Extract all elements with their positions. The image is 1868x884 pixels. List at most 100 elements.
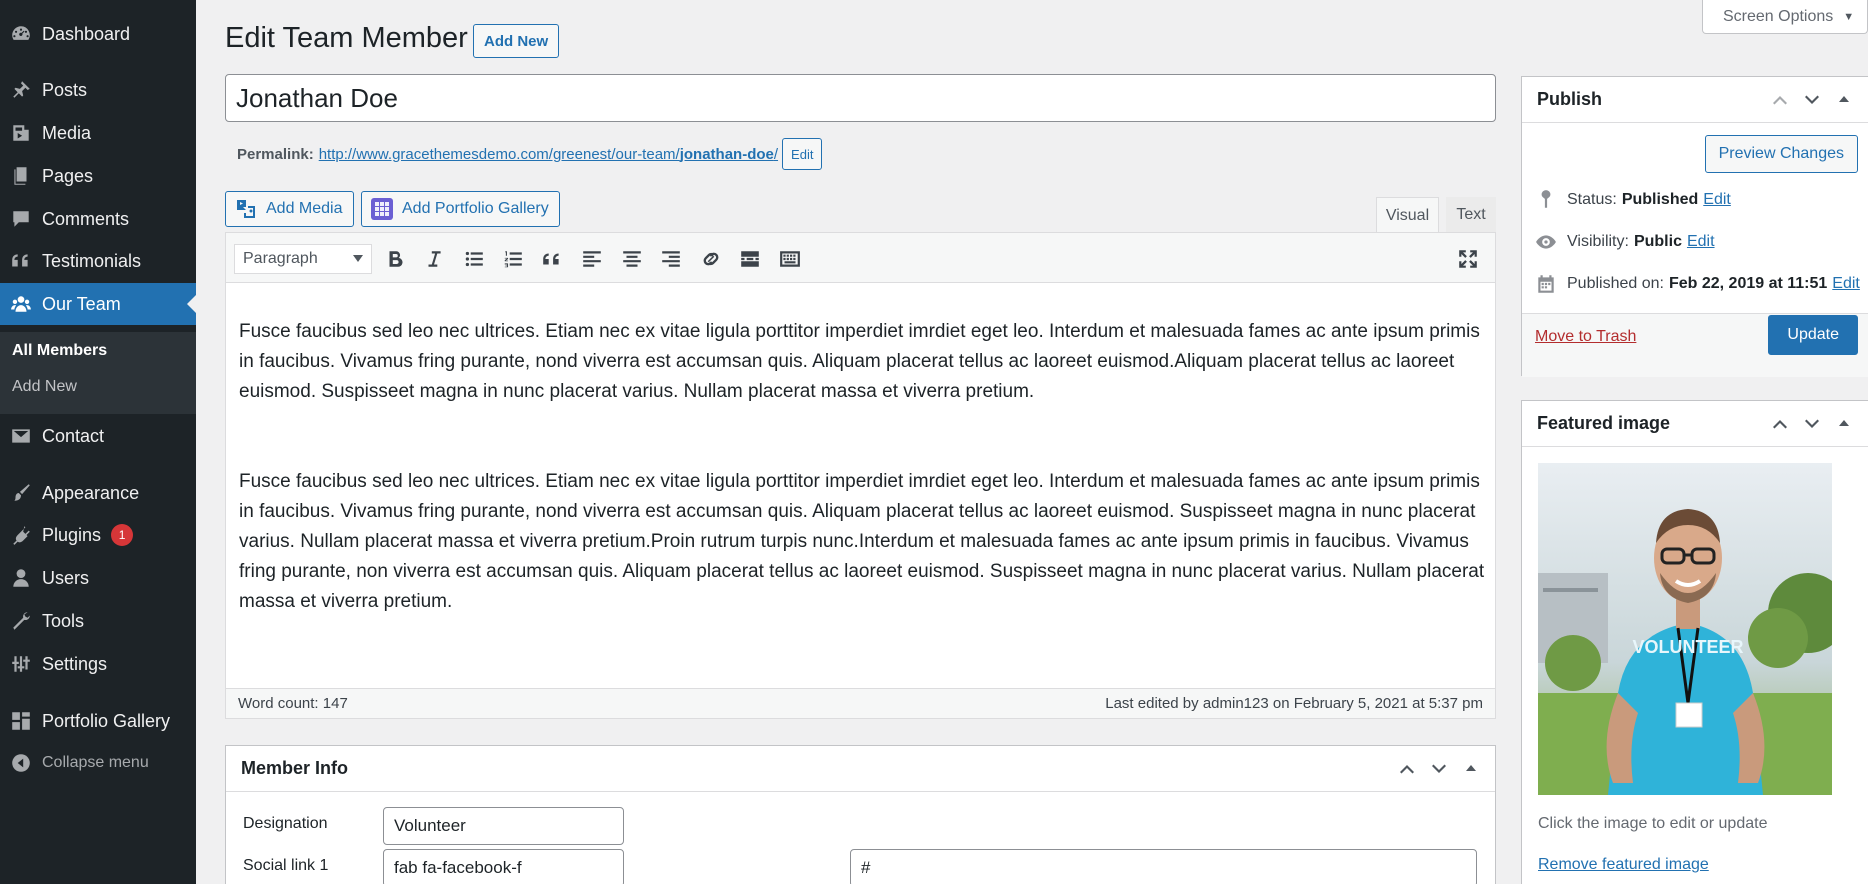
menu-comments[interactable]: Comments: [0, 198, 196, 240]
tools-icon: [0, 610, 42, 632]
menu-contact[interactable]: Contact: [0, 415, 196, 457]
align-center-button[interactable]: [617, 244, 647, 274]
menu-appearance[interactable]: Appearance: [0, 472, 196, 514]
submenu-add-new[interactable]: Add New: [12, 378, 77, 396]
align-right-button[interactable]: [656, 244, 686, 274]
remove-featured-image-link[interactable]: Remove featured image: [1538, 856, 1709, 874]
fullscreen-button[interactable]: [1453, 244, 1483, 274]
toggle-panel-button[interactable]: [1828, 84, 1860, 116]
editor-content[interactable]: Fusce faucibus sed leo nec ultrices. Eti…: [239, 317, 1489, 677]
triangle-up-icon: [1466, 765, 1476, 771]
groups-icon: [0, 293, 42, 315]
menu-pages[interactable]: Pages: [0, 155, 196, 197]
submenu-all-members[interactable]: All Members: [12, 342, 107, 360]
numbered-list-button[interactable]: [498, 244, 528, 274]
menu-testimonials[interactable]: Testimonials: [0, 240, 196, 282]
move-up-button[interactable]: [1764, 408, 1796, 440]
move-down-button[interactable]: [1423, 753, 1455, 785]
designation-label: Designation: [243, 815, 328, 832]
dashboard-icon: [0, 23, 42, 45]
toggle-panel-button[interactable]: [1455, 753, 1487, 785]
edit-visibility-link[interactable]: Edit: [1687, 233, 1715, 251]
read-more-icon: [741, 251, 759, 267]
numbered-list-icon: [504, 251, 522, 268]
featured-image-hint: Click the image to edit or update: [1538, 815, 1768, 832]
link-icon: [703, 252, 719, 266]
chevron-up-icon: [1773, 420, 1787, 429]
bold-button[interactable]: [380, 244, 410, 274]
keyboard-icon: [780, 251, 800, 267]
permalink-edit-button[interactable]: Edit: [782, 138, 823, 170]
align-left-icon: [583, 251, 601, 267]
admin-sidebar: Dashboard Posts Media Pages Comments Tes…: [0, 0, 196, 884]
media-icon: [0, 122, 42, 144]
menu-tools[interactable]: Tools: [0, 600, 196, 642]
add-media-button[interactable]: Add Media: [225, 191, 354, 227]
align-center-icon: [623, 251, 641, 267]
bulleted-list-icon: [465, 251, 483, 267]
move-down-button[interactable]: [1796, 84, 1828, 116]
post-title-input[interactable]: Jonathan Doe: [225, 74, 1496, 122]
insert-link-button[interactable]: [696, 244, 726, 274]
align-right-icon: [662, 251, 680, 267]
bold-icon: [389, 251, 403, 267]
format-select[interactable]: Paragraph: [234, 244, 372, 274]
calendar-icon: [1538, 275, 1554, 293]
settings-icon: [0, 653, 42, 675]
menu-media[interactable]: Media: [0, 112, 196, 154]
screen-options-button[interactable]: Screen Options ▼: [1702, 0, 1868, 34]
chevron-down-icon: [1432, 764, 1446, 773]
page-title: Edit Team Member: [225, 22, 468, 54]
tab-visual[interactable]: Visual: [1376, 197, 1439, 233]
social-link-1-url-input[interactable]: #: [850, 849, 1477, 884]
email-icon: [0, 425, 42, 447]
visibility-row: Visibility: Public Edit: [1535, 231, 1715, 253]
menu-plugins[interactable]: Plugins 1: [0, 514, 196, 556]
plugins-update-badge: 1: [111, 524, 134, 546]
menu-dashboard[interactable]: Dashboard: [0, 13, 196, 55]
read-more-button[interactable]: [735, 244, 765, 274]
chevron-down-icon: [1805, 95, 1819, 104]
social-link-1-icon-input[interactable]: fab fa-facebook-f: [383, 849, 624, 884]
preview-changes-button[interactable]: Preview Changes: [1704, 135, 1858, 173]
toggle-panel-button[interactable]: [1828, 408, 1860, 440]
blockquote-button[interactable]: [537, 244, 567, 274]
menu-portfolio-gallery[interactable]: Portfolio Gallery: [0, 700, 196, 742]
caret-down-icon: ▼: [1843, 10, 1855, 23]
users-icon: [0, 567, 42, 589]
bulleted-list-button[interactable]: [459, 244, 489, 274]
menu-users[interactable]: Users: [0, 557, 196, 599]
add-new-button[interactable]: Add New: [473, 24, 560, 58]
move-up-button[interactable]: [1764, 84, 1796, 116]
chevron-down-icon: [1805, 419, 1819, 428]
tab-text[interactable]: Text: [1446, 197, 1496, 233]
italic-button[interactable]: [419, 244, 449, 274]
menu-our-team[interactable]: Our Team: [0, 283, 196, 325]
collapse-menu-button[interactable]: Collapse menu: [0, 742, 196, 784]
paintbrush-icon: [0, 482, 42, 504]
edit-status-link[interactable]: Edit: [1703, 191, 1731, 209]
move-up-button[interactable]: [1391, 753, 1423, 785]
content-editor: Paragraph Fusce faucibus sed leo nec ult…: [225, 232, 1496, 719]
edit-date-link[interactable]: Edit: [1832, 275, 1860, 293]
menu-settings[interactable]: Settings: [0, 643, 196, 685]
permalink-link[interactable]: http://www.gracethemesdemo.com/greenest/…: [319, 146, 778, 163]
published-on-row: Published on: Feb 22, 2019 at 11:51 Edit: [1535, 273, 1860, 295]
update-button[interactable]: Update: [1768, 315, 1858, 355]
toolbar-toggle-button[interactable]: [775, 244, 805, 274]
add-portfolio-gallery-button[interactable]: Add Portfolio Gallery: [361, 191, 560, 227]
eye-icon: [1536, 235, 1556, 249]
designation-input[interactable]: Volunteer: [383, 807, 624, 845]
move-to-trash-link[interactable]: Move to Trash: [1535, 328, 1636, 346]
portfolio-gallery-icon: [371, 198, 393, 220]
chevron-down-icon: [353, 255, 363, 262]
quote-icon: [543, 253, 559, 265]
chevron-up-icon: [1773, 96, 1787, 105]
quote-icon: [0, 250, 42, 272]
move-down-button[interactable]: [1796, 408, 1828, 440]
menu-posts[interactable]: Posts: [0, 69, 196, 111]
volunteer-photo: VOLUNTEER: [1538, 463, 1832, 795]
align-left-button[interactable]: [577, 244, 607, 274]
triangle-up-icon: [1839, 96, 1849, 102]
featured-image[interactable]: VOLUNTEER: [1538, 463, 1832, 795]
